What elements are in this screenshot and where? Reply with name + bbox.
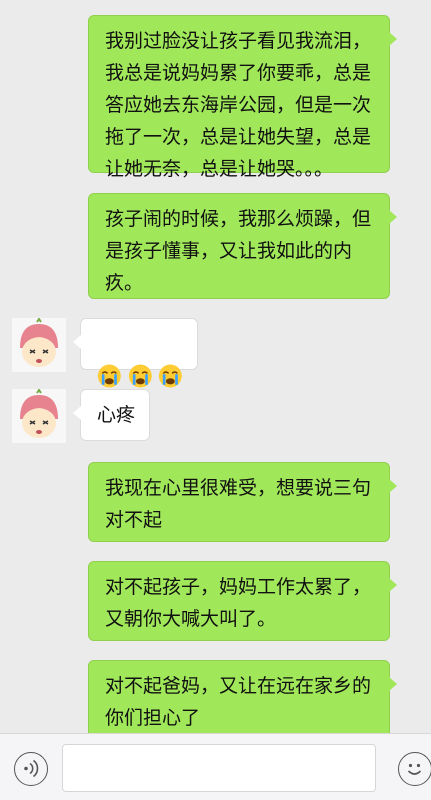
message-bubble-other[interactable]: 心疼 — [73, 389, 150, 441]
cartoon-girl-avatar-icon — [12, 317, 66, 372]
contact-avatar[interactable] — [12, 317, 66, 372]
voice-input-button[interactable] — [14, 752, 48, 786]
message-bubble-self[interactable]: 我别过脸没让孩子看见我流泪， 我总是说妈妈累了你要乖，总是 答应她去东海岸公园，… — [88, 15, 397, 180]
smiley-icon — [407, 763, 422, 775]
emoji-row — [97, 361, 183, 391]
message-bubble-self[interactable]: 孩子闹的时候，我那么烦躁，但 是孩子懂事，又让我如此的内 疚。 — [88, 193, 397, 299]
crying-face-icon — [97, 364, 121, 388]
message-text-input[interactable] — [62, 744, 376, 792]
crying-face-icon — [159, 364, 183, 388]
voice-wave-icon — [24, 759, 39, 778]
message-bubble-self[interactable]: 对不起爸妈，又让在远在家乡的 你们担心了 — [88, 660, 397, 740]
chat-input-bar — [0, 733, 431, 800]
cartoon-girl-avatar-icon — [12, 388, 66, 443]
message-bubble-self[interactable]: 对不起孩子，妈妈工作太累了， 又朝你大喊大叫了。 — [88, 561, 397, 641]
emoji-picker-button[interactable] — [398, 752, 431, 786]
crying-face-icon — [128, 364, 152, 388]
message-bubble-other[interactable] — [73, 318, 198, 388]
contact-avatar[interactable] — [12, 388, 66, 443]
message-bubble-self[interactable]: 我现在心里很难受，想要说三句 对不起 — [88, 462, 397, 542]
